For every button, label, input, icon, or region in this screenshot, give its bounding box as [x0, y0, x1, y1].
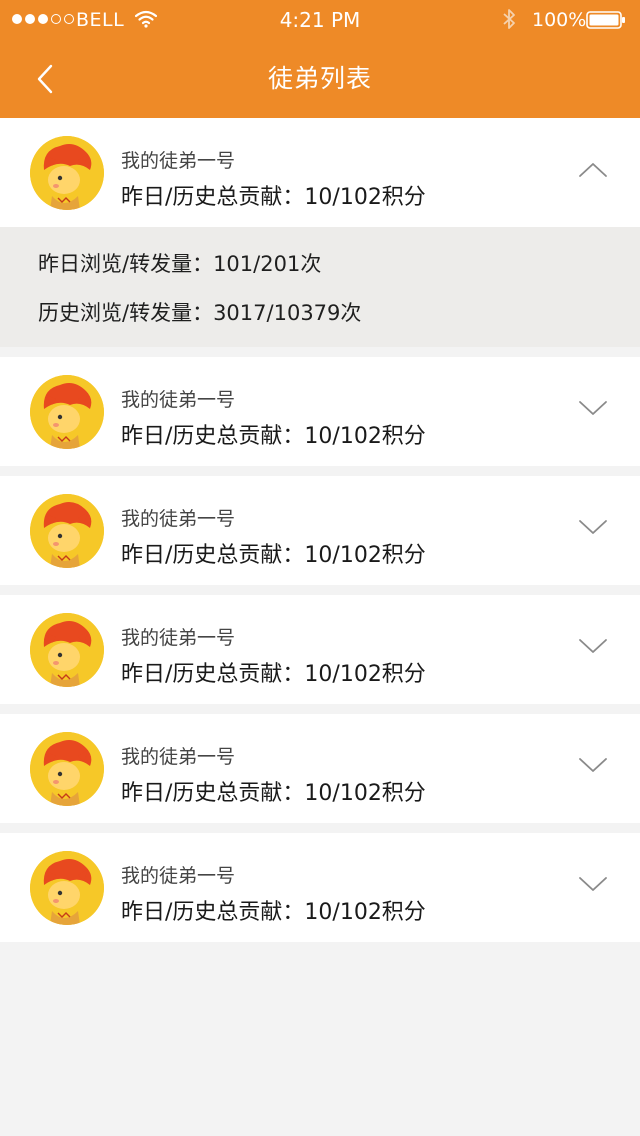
navigation-bar: 徒弟列表 [0, 40, 640, 118]
bluetooth-icon [503, 9, 515, 29]
chevron-down-icon[interactable] [578, 875, 608, 893]
apprentice-item[interactable]: 我的徒弟一号 昨日/历史总贡献：10/102积分 [0, 476, 640, 585]
contribution-text: 昨日/历史总贡献：10/102积分 [121, 185, 426, 210]
apprentice-item[interactable]: 我的徒弟一号 昨日/历史总贡献：10/102积分 [0, 714, 640, 823]
apprentice-item[interactable]: 我的徒弟一号 昨日/历史总贡献：10/102积分 [0, 833, 640, 942]
apprentice-item[interactable]: 我的徒弟一号 昨日/历史总贡献：10/102积分 [0, 118, 640, 227]
avatar [30, 136, 104, 210]
avatar [30, 732, 104, 806]
apprentice-details: 昨日浏览/转发量：101/201次 历史浏览/转发量：3017/10379次 [0, 227, 640, 347]
apprentice-name: 我的徒弟一号 [121, 746, 236, 768]
apprentice-item[interactable]: 我的徒弟一号 昨日/历史总贡献：10/102积分 [0, 595, 640, 704]
apprentice-name: 我的徒弟一号 [121, 865, 236, 887]
page-title: 徒弟列表 [267, 64, 372, 93]
chevron-down-icon[interactable] [578, 637, 608, 655]
contribution-text: 昨日/历史总贡献：10/102积分 [121, 543, 426, 568]
contribution-text: 昨日/历史总贡献：10/102积分 [121, 781, 426, 806]
contribution-text: 昨日/历史总贡献：10/102积分 [121, 424, 426, 449]
contribution-text: 昨日/历史总贡献：10/102积分 [121, 662, 426, 687]
apprentice-name: 我的徒弟一号 [121, 150, 236, 172]
history-views-text: 历史浏览/转发量：3017/10379次 [38, 301, 362, 325]
avatar [30, 851, 104, 925]
chevron-down-icon[interactable] [578, 399, 608, 417]
apprentice-list: 我的徒弟一号 昨日/历史总贡献：10/102积分 昨日浏览/转发量：101/20… [0, 118, 640, 942]
apprentice-item[interactable]: 我的徒弟一号 昨日/历史总贡献：10/102积分 [0, 357, 640, 466]
apprentice-name: 我的徒弟一号 [121, 627, 236, 649]
avatar [30, 613, 104, 687]
status-bar: BELL 4:21 PM 100% [0, 0, 640, 40]
apprentice-name: 我的徒弟一号 [121, 389, 236, 411]
battery-icon [586, 11, 625, 29]
contribution-text: 昨日/历史总贡献：10/102积分 [121, 900, 426, 925]
chevron-down-icon[interactable] [578, 756, 608, 774]
apprentice-name: 我的徒弟一号 [121, 508, 236, 530]
chevron-down-icon[interactable] [578, 518, 608, 536]
avatar [30, 494, 104, 568]
top-bar: BELL 4:21 PM 100% 徒弟列表 [0, 0, 640, 118]
chevron-up-icon[interactable] [578, 160, 608, 178]
avatar [30, 375, 104, 449]
yesterday-views-text: 昨日浏览/转发量：101/201次 [38, 252, 322, 276]
battery-percentage: 100% [532, 9, 587, 31]
